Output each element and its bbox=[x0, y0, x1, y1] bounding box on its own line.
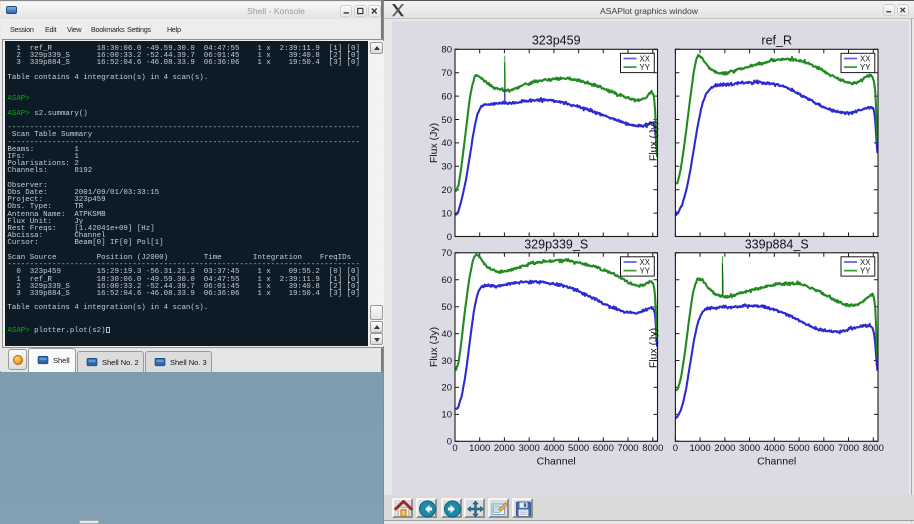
svg-text:YY: YY bbox=[860, 63, 871, 72]
svg-text:50: 50 bbox=[441, 115, 452, 126]
svg-text:60: 60 bbox=[441, 91, 452, 102]
svg-text:20: 20 bbox=[441, 185, 452, 196]
svg-text:20: 20 bbox=[441, 383, 452, 394]
svg-text:80: 80 bbox=[441, 45, 452, 56]
svg-text:1000: 1000 bbox=[690, 443, 711, 454]
svg-text:6000: 6000 bbox=[813, 443, 834, 454]
svg-text:Flux (Jy): Flux (Jy) bbox=[428, 123, 440, 163]
svg-text:8000: 8000 bbox=[642, 443, 663, 454]
svg-text:Channel: Channel bbox=[757, 456, 796, 468]
svg-text:6000: 6000 bbox=[593, 443, 614, 454]
svg-text:50: 50 bbox=[441, 302, 452, 313]
svg-text:2000: 2000 bbox=[494, 443, 515, 454]
svg-text:40: 40 bbox=[441, 329, 452, 340]
svg-text:ref_R: ref_R bbox=[761, 34, 792, 48]
svg-text:329p339_S: 329p339_S bbox=[524, 237, 588, 251]
svg-text:Channel: Channel bbox=[537, 456, 576, 468]
svg-text:Flux (Jy): Flux (Jy) bbox=[648, 121, 660, 161]
svg-text:60: 60 bbox=[441, 275, 452, 286]
svg-text:4000: 4000 bbox=[764, 443, 785, 454]
svg-text:0: 0 bbox=[447, 437, 452, 448]
svg-text:0: 0 bbox=[673, 443, 678, 454]
svg-text:Flux (Jy): Flux (Jy) bbox=[648, 328, 660, 368]
svg-text:YY: YY bbox=[640, 266, 651, 275]
svg-text:0: 0 bbox=[447, 232, 452, 243]
svg-text:30: 30 bbox=[441, 162, 452, 173]
svg-text:0: 0 bbox=[452, 443, 457, 454]
svg-text:70: 70 bbox=[441, 68, 452, 79]
svg-text:7000: 7000 bbox=[617, 443, 638, 454]
svg-text:10: 10 bbox=[441, 208, 452, 219]
svg-text:339p884_S: 339p884_S bbox=[745, 237, 809, 251]
svg-text:40: 40 bbox=[441, 138, 452, 149]
svg-text:Flux (Jy): Flux (Jy) bbox=[428, 327, 440, 367]
svg-text:1000: 1000 bbox=[469, 443, 490, 454]
svg-text:10: 10 bbox=[441, 410, 452, 421]
svg-text:5000: 5000 bbox=[789, 443, 810, 454]
svg-text:4000: 4000 bbox=[543, 443, 564, 454]
svg-text:30: 30 bbox=[441, 356, 452, 367]
svg-text:70: 70 bbox=[441, 248, 452, 259]
svg-text:3000: 3000 bbox=[739, 443, 760, 454]
svg-text:5000: 5000 bbox=[568, 443, 589, 454]
svg-text:YY: YY bbox=[860, 266, 871, 275]
svg-text:2000: 2000 bbox=[714, 443, 735, 454]
svg-text:7000: 7000 bbox=[838, 443, 859, 454]
svg-text:323p459: 323p459 bbox=[532, 34, 581, 48]
svg-text:8000: 8000 bbox=[863, 443, 884, 454]
svg-text:3000: 3000 bbox=[519, 443, 540, 454]
svg-text:YY: YY bbox=[640, 63, 651, 72]
